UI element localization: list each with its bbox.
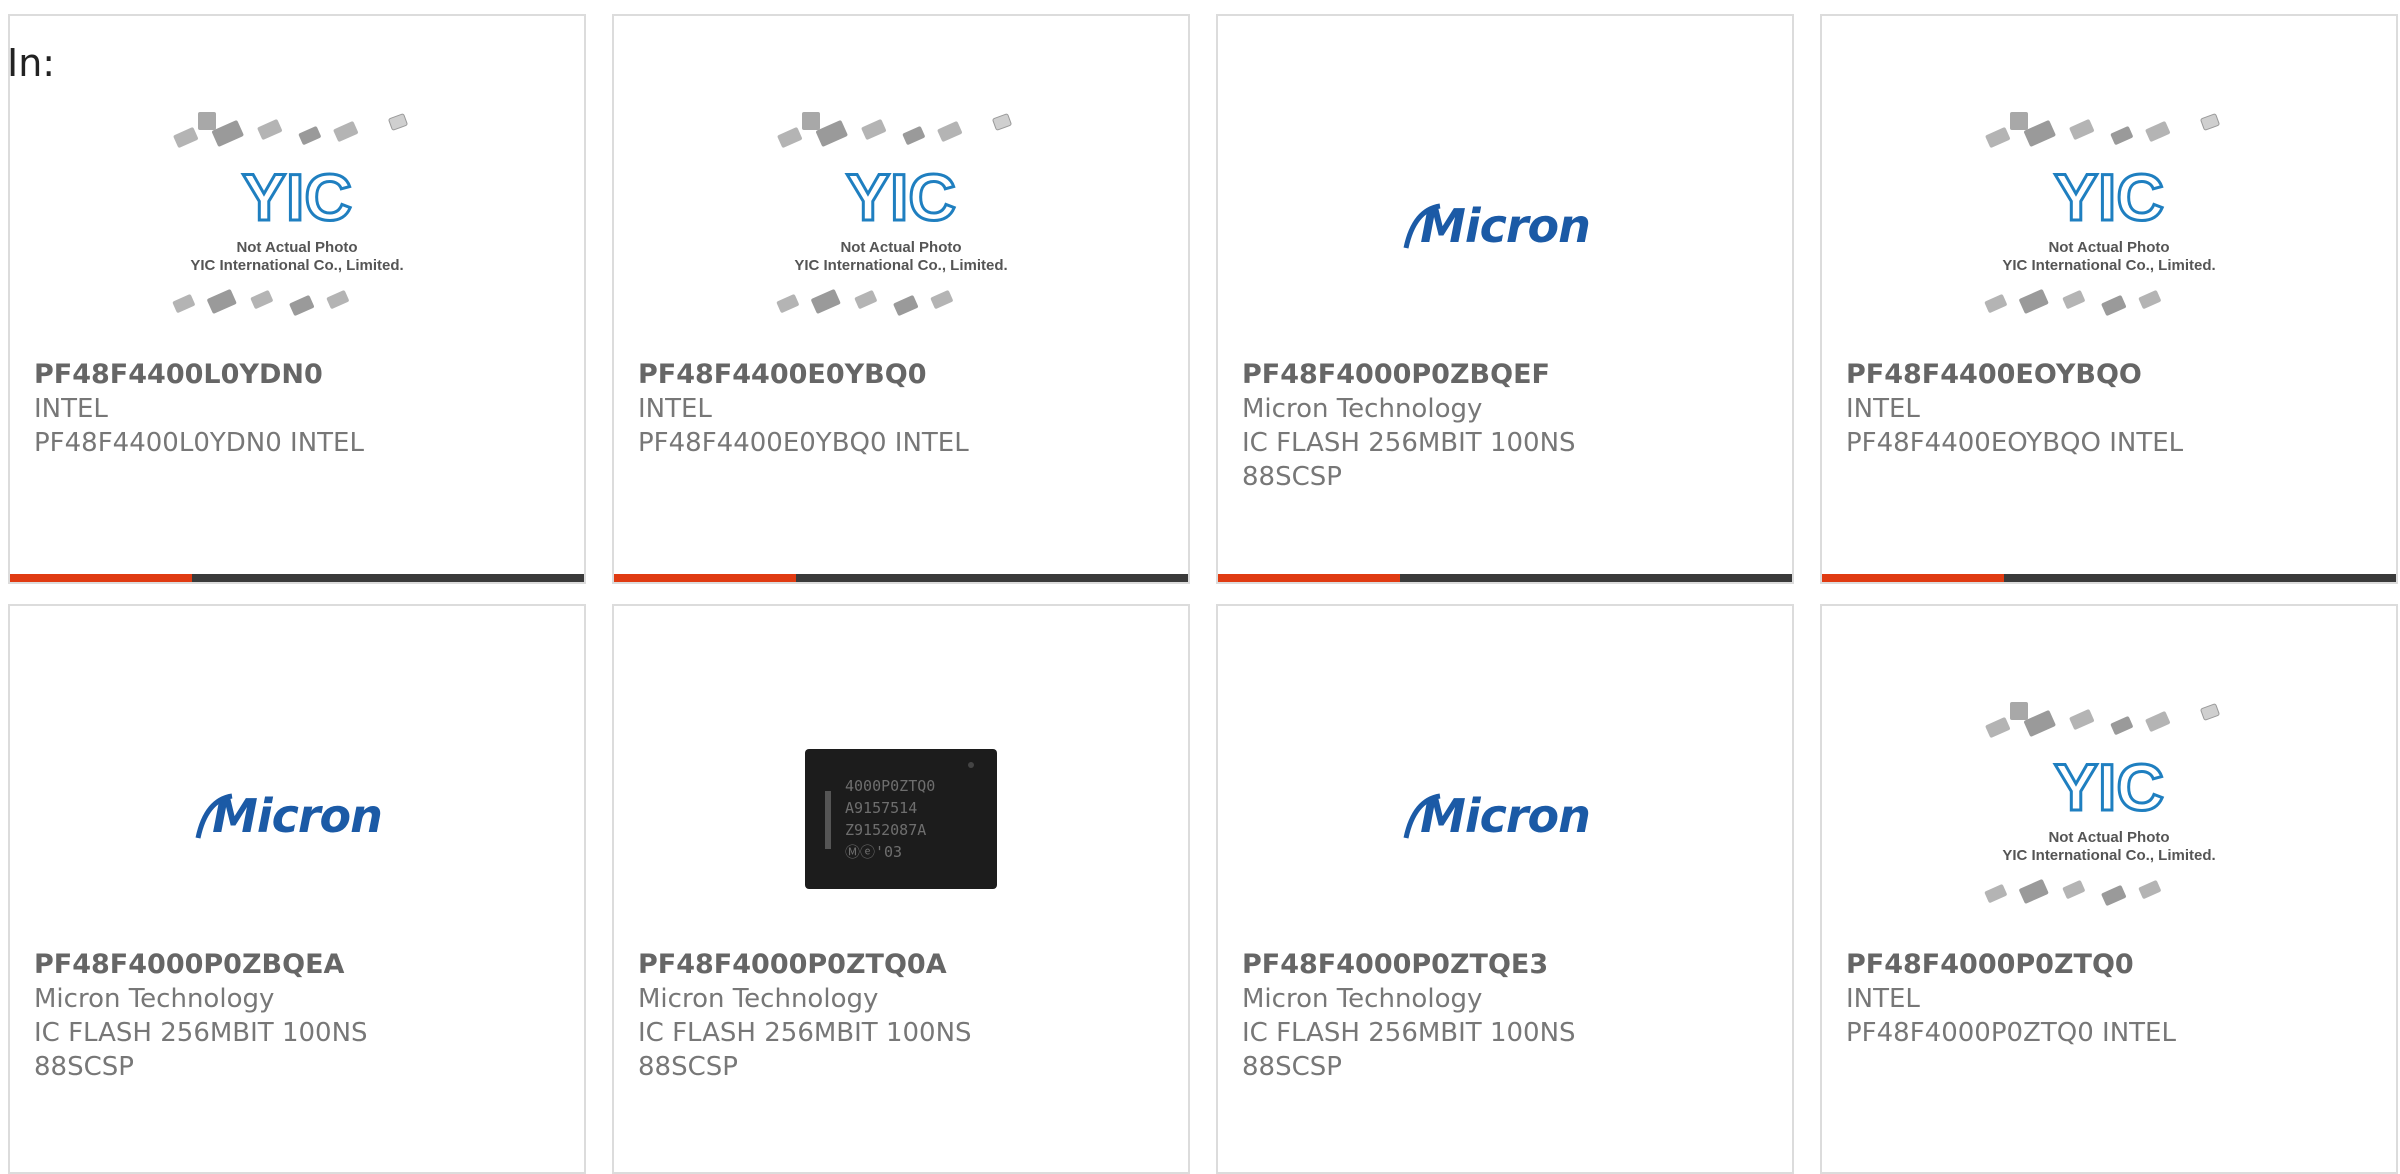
product-info: PF48F4400E0YBQ0 INTEL PF48F4400E0YBQ0 IN… <box>638 358 1168 460</box>
svg-text:Ⓜⓔ'03: Ⓜⓔ'03 <box>845 843 902 861</box>
placeholder-photo-icon: YIC Not Actual Photo YIC International C… <box>1822 678 2396 958</box>
svg-text:Micron: Micron <box>212 789 382 843</box>
filter-label: In: <box>7 41 56 85</box>
svg-text:YIC International Co., Limited: YIC International Co., Limited. <box>2002 257 2215 274</box>
manufacturer: Micron Technology <box>1242 394 1483 424</box>
manufacturer: INTEL <box>34 394 108 424</box>
product-info: PF48F4400EOYBQO INTEL PF48F4400EOYBQO IN… <box>1846 358 2376 460</box>
svg-text:YIC: YIC <box>846 160 956 234</box>
card-accent-bar <box>1218 574 1792 582</box>
description: IC FLASH 256MBIT 100NS 88SCSP <box>1242 428 1576 492</box>
svg-text:Z9152087A: Z9152087A <box>845 821 926 839</box>
product-card[interactable]: YIC Not Actual Photo YIC International C… <box>612 14 1190 584</box>
svg-text:Not Actual Photo: Not Actual Photo <box>2048 829 2169 846</box>
product-info: PF48F4000P0ZTQE3 Micron Technology IC FL… <box>1242 948 1772 1084</box>
manufacturer: INTEL <box>1846 394 1920 424</box>
product-info: PF48F4000P0ZBQEF Micron Technology IC FL… <box>1242 358 1772 494</box>
product-info: PF48F4400L0YDN0 INTEL PF48F4400L0YDN0 IN… <box>34 358 564 460</box>
description: PF48F4400E0YBQ0 INTEL <box>638 428 969 458</box>
product-info: PF48F4000P0ZTQ0A Micron Technology IC FL… <box>638 948 1168 1084</box>
chip-photo-icon: 4000P0ZTQ0 A9157514 Z9152087A Ⓜⓔ'03 <box>614 678 1188 958</box>
svg-text:Micron: Micron <box>1420 199 1590 253</box>
svg-text:YIC International Co., Limited: YIC International Co., Limited. <box>794 257 1007 274</box>
micron-logo-icon: Micron <box>10 678 584 958</box>
micron-logo-icon: Micron <box>1218 678 1792 958</box>
card-accent-bar <box>614 574 1188 582</box>
product-card[interactable]: Micron PF48F4000P0ZBQEF Micron Technolog… <box>1216 14 1794 584</box>
svg-text:YIC: YIC <box>242 160 352 234</box>
part-number[interactable]: PF48F4400EOYBQO <box>1846 358 2376 392</box>
description: IC FLASH 256MBIT 100NS 88SCSP <box>1242 1018 1576 1082</box>
svg-text:Not Actual Photo: Not Actual Photo <box>2048 239 2169 256</box>
product-card[interactable]: YIC Not Actual Photo YIC International C… <box>8 14 586 584</box>
description: IC FLASH 256MBIT 100NS 88SCSP <box>638 1018 972 1082</box>
manufacturer: INTEL <box>638 394 712 424</box>
card-accent-bar <box>1822 574 2396 582</box>
svg-text:Not Actual Photo: Not Actual Photo <box>236 239 357 256</box>
svg-text:YIC: YIC <box>2054 160 2164 234</box>
description: PF48F4400L0YDN0 INTEL <box>34 428 364 458</box>
svg-text:Not Actual Photo: Not Actual Photo <box>840 239 961 256</box>
description: PF48F4400EOYBQO INTEL <box>1846 428 2184 458</box>
manufacturer: Micron Technology <box>1242 984 1483 1014</box>
part-number[interactable]: PF48F4000P0ZTQ0A <box>638 948 1168 982</box>
product-card[interactable]: Micron PF48F4000P0ZBQEA Micron Technolog… <box>8 604 586 1174</box>
product-card[interactable]: 4000P0ZTQ0 A9157514 Z9152087A Ⓜⓔ'03 PF48F40… <box>612 604 1190 1174</box>
svg-text:A9157514: A9157514 <box>845 799 917 817</box>
product-card[interactable]: YIC Not Actual Photo YIC International C… <box>1820 14 2398 584</box>
product-card[interactable]: YIC Not Actual Photo YIC International C… <box>1820 604 2398 1174</box>
card-accent-bar <box>10 574 584 582</box>
svg-text:Micron: Micron <box>1420 789 1590 843</box>
svg-text:YIC International Co., Limited: YIC International Co., Limited. <box>2002 847 2215 864</box>
placeholder-photo-icon: YIC Not Actual Photo YIC International C… <box>1822 88 2396 368</box>
part-number[interactable]: PF48F4400E0YBQ0 <box>638 358 1168 392</box>
manufacturer: INTEL <box>1846 984 1920 1014</box>
placeholder-photo-icon: YIC Not Actual Photo YIC International C… <box>10 88 584 368</box>
description: PF48F4000P0ZTQ0 INTEL <box>1846 1018 2176 1048</box>
svg-text:YIC International Co., Limited: YIC International Co., Limited. <box>190 257 403 274</box>
part-number[interactable]: PF48F4400L0YDN0 <box>34 358 564 392</box>
product-info: PF48F4000P0ZTQ0 INTEL PF48F4000P0ZTQ0 IN… <box>1846 948 2376 1050</box>
svg-text:4000P0ZTQ0: 4000P0ZTQ0 <box>845 777 935 795</box>
product-grid: YIC Not Actual Photo YIC International C… <box>0 0 2400 1174</box>
manufacturer: Micron Technology <box>638 984 879 1014</box>
part-number[interactable]: PF48F4000P0ZBQEF <box>1242 358 1772 392</box>
placeholder-photo-icon: YIC Not Actual Photo YIC International C… <box>614 88 1188 368</box>
part-number[interactable]: PF48F4000P0ZTQE3 <box>1242 948 1772 982</box>
product-card[interactable]: Micron PF48F4000P0ZTQE3 Micron Technolog… <box>1216 604 1794 1174</box>
description: IC FLASH 256MBIT 100NS 88SCSP <box>34 1018 368 1082</box>
svg-text:YIC: YIC <box>2054 750 2164 824</box>
part-number[interactable]: PF48F4000P0ZTQ0 <box>1846 948 2376 982</box>
part-number[interactable]: PF48F4000P0ZBQEA <box>34 948 564 982</box>
product-info: PF48F4000P0ZBQEA Micron Technology IC FL… <box>34 948 564 1084</box>
micron-logo-icon: Micron <box>1218 88 1792 368</box>
manufacturer: Micron Technology <box>34 984 275 1014</box>
